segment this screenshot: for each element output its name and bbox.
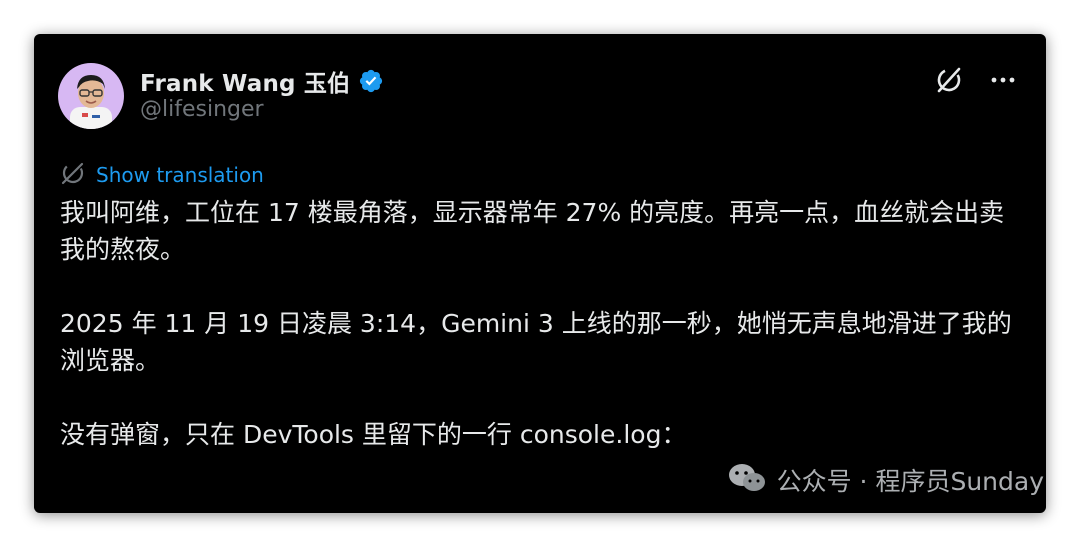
tweet-paragraph: 我叫阿维，工位在 17 楼最角落，显示器常年 27% 的亮度。再亮一点，血丝就会… [60, 198, 1005, 264]
author-name-row: Frank Wang 玉伯 [140, 64, 384, 98]
header-actions [934, 65, 1016, 99]
translation-row: Show translation [60, 160, 264, 190]
display-name[interactable]: Frank Wang 玉伯 [140, 64, 350, 98]
verified-badge-icon[interactable] [358, 68, 384, 94]
wechat-icon [727, 461, 767, 499]
tweet-card: Frank Wang 玉伯 @lifesinger Show translati… [34, 34, 1046, 513]
grok-icon[interactable] [934, 65, 964, 99]
tweet-text: 我叫阿维，工位在 17 楼最角落，显示器常年 27% 的亮度。再亮一点，血丝就会… [60, 194, 1020, 490]
translate-icon [60, 160, 86, 190]
tweet-paragraph: 2025 年 11 月 19 日凌晨 3:14，Gemini 3 上线的那一秒，… [60, 309, 1012, 375]
watermark-text: 公众号 · 程序员Sunday [776, 467, 1044, 496]
show-translation-link[interactable]: Show translation [96, 163, 264, 187]
watermark: 公众号 · 程序员Sunday [727, 461, 1044, 499]
more-icon[interactable] [990, 65, 1016, 99]
avatar[interactable] [58, 63, 124, 129]
tweet-paragraph: 没有弹窗，只在 DevTools 里留下的一行 console.log： [60, 420, 687, 449]
avatar-image [58, 63, 124, 129]
user-handle[interactable]: @lifesinger [140, 97, 264, 122]
